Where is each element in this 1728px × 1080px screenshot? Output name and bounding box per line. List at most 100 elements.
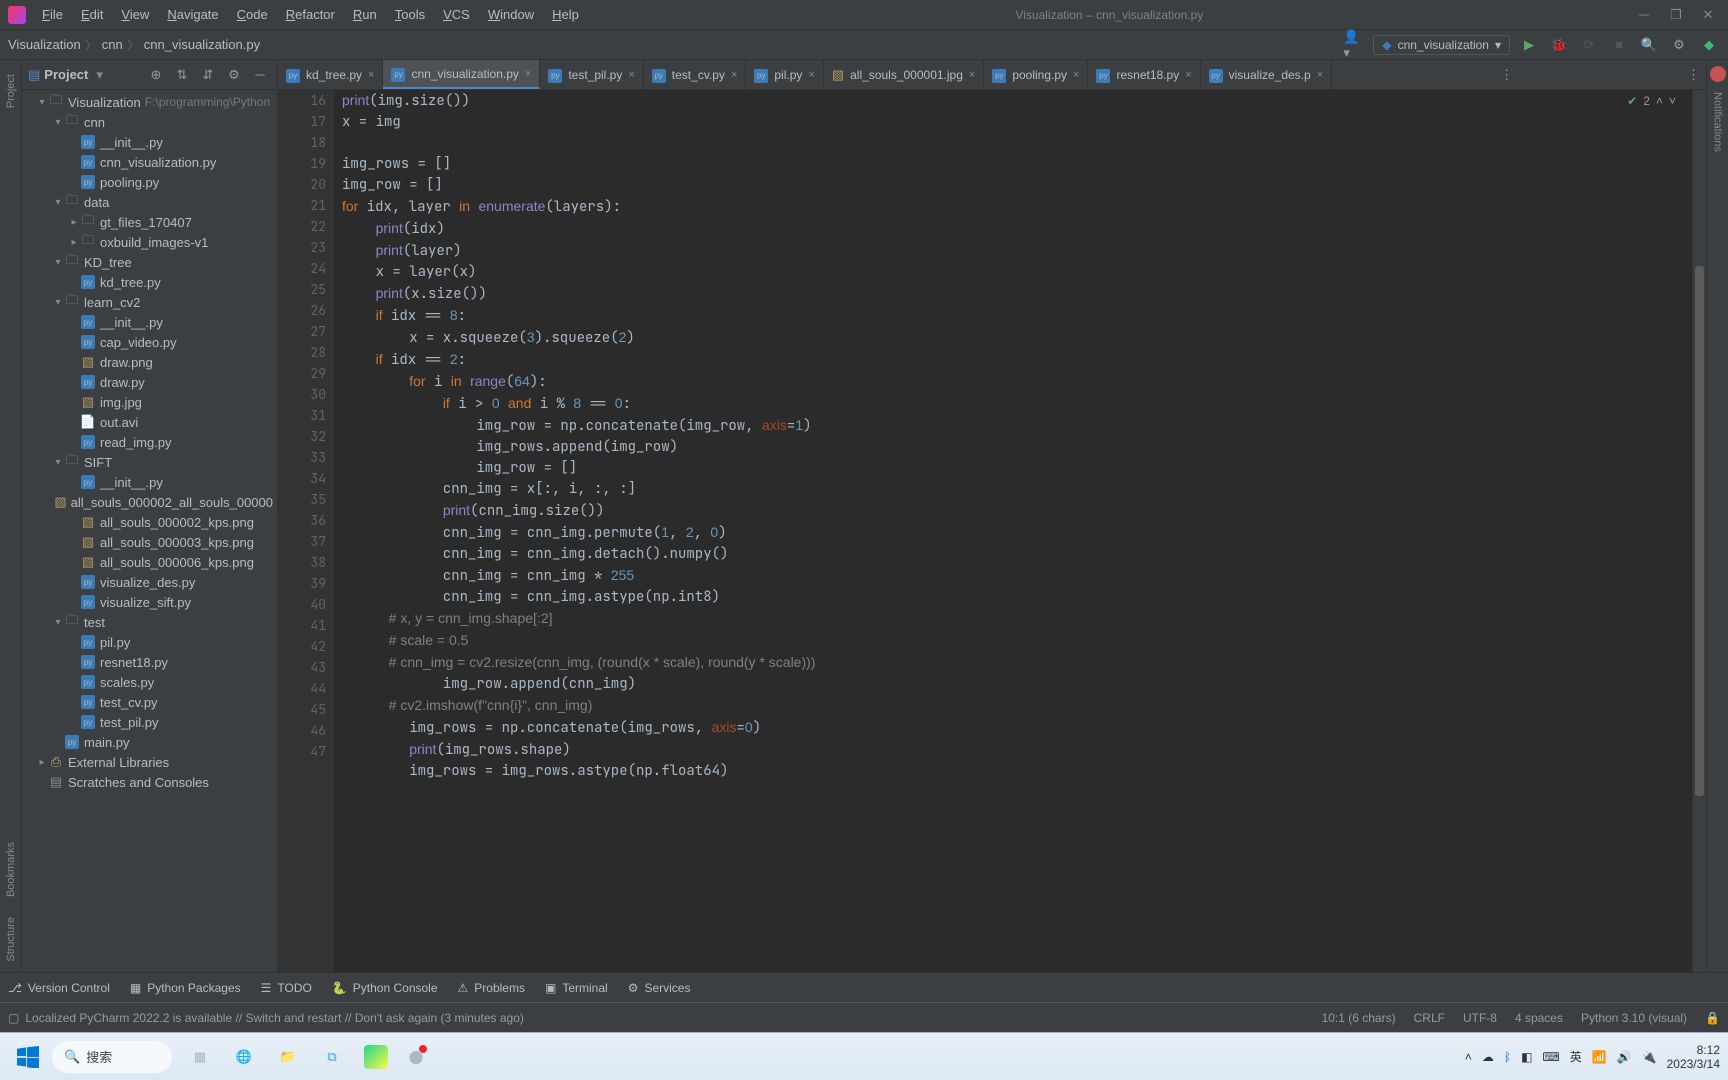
tree-row[interactable]: ▾🗀learn_cv2 bbox=[22, 292, 277, 312]
editor-body[interactable]: 1617181920212223242526272829303132333435… bbox=[278, 90, 1706, 972]
tree-row[interactable]: pyvisualize_sift.py bbox=[22, 592, 277, 612]
editor-tab[interactable]: pyvisualize_des.p× bbox=[1201, 60, 1333, 89]
pycharm-icon[interactable] bbox=[356, 1037, 396, 1077]
tab-close-icon[interactable]: × bbox=[731, 69, 737, 81]
tab-close-icon[interactable]: × bbox=[1317, 69, 1323, 81]
project-tree[interactable]: ▾🗀VisualizationF:\programming\Python▾🗀cn… bbox=[22, 90, 277, 972]
tree-row[interactable]: pypooling.py bbox=[22, 172, 277, 192]
menu-navigate[interactable]: Navigate bbox=[159, 3, 226, 26]
locate-icon[interactable]: ⊕ bbox=[145, 64, 167, 86]
menu-window[interactable]: Window bbox=[480, 3, 542, 26]
tree-row[interactable]: ▾🗀test bbox=[22, 612, 277, 632]
tree-row[interactable]: ▾🗀VisualizationF:\programming\Python bbox=[22, 92, 277, 112]
tree-expand-arrow[interactable]: ▸ bbox=[36, 757, 48, 768]
tree-row[interactable]: pytest_cv.py bbox=[22, 692, 277, 712]
add-user-icon[interactable]: 👤▾ bbox=[1343, 34, 1365, 56]
bottom-tool-python-console[interactable]: 🐍Python Console bbox=[332, 981, 438, 995]
taskbar-search[interactable]: 🔍 搜索 bbox=[52, 1041, 172, 1073]
tree-row[interactable]: ▤Scratches and Consoles bbox=[22, 772, 277, 792]
bottom-tool-services[interactable]: ⚙Services bbox=[628, 981, 691, 995]
app-tray-icon[interactable]: ◧ bbox=[1521, 1050, 1532, 1064]
bottom-tool-problems[interactable]: ⚠Problems bbox=[458, 981, 525, 995]
tree-row[interactable]: pydraw.py bbox=[22, 372, 277, 392]
menu-edit[interactable]: Edit bbox=[73, 3, 111, 26]
tree-expand-arrow[interactable]: ▸ bbox=[68, 217, 80, 228]
editor-tab[interactable]: pypil.py× bbox=[746, 60, 823, 89]
tree-row[interactable]: ▧all_souls_000003_kps.png bbox=[22, 532, 277, 552]
maximize-button[interactable]: ❐ bbox=[1664, 3, 1688, 27]
tree-row[interactable]: ▾🗀data bbox=[22, 192, 277, 212]
wifi-icon[interactable]: 📶 bbox=[1592, 1050, 1607, 1064]
tree-row[interactable]: pycnn_visualization.py bbox=[22, 152, 277, 172]
tree-row[interactable]: ▧draw.png bbox=[22, 352, 277, 372]
tree-row[interactable]: ▾🗀cnn bbox=[22, 112, 277, 132]
menu-help[interactable]: Help bbox=[544, 3, 587, 26]
line-separator[interactable]: CRLF bbox=[1414, 1011, 1445, 1025]
python-interpreter[interactable]: Python 3.10 (visual) bbox=[1581, 1011, 1687, 1025]
editor-tab[interactable]: pycnn_visualization.py× bbox=[383, 60, 540, 89]
breadcrumb-item[interactable]: cnn_visualization.py bbox=[144, 37, 260, 52]
editor-tab[interactable]: pypooling.py× bbox=[984, 60, 1088, 89]
obs-icon[interactable]: ⬤ bbox=[400, 1037, 440, 1077]
tab-close-icon[interactable]: × bbox=[628, 69, 634, 81]
tab-close-icon[interactable]: × bbox=[1185, 69, 1191, 81]
tree-expand-arrow[interactable]: ▸ bbox=[68, 237, 80, 248]
code-area[interactable]: print(img.size()) x = img img_rows = [] … bbox=[334, 90, 1692, 972]
task-view-icon[interactable]: ▦ bbox=[180, 1037, 220, 1077]
language-indicator[interactable]: ⌨ bbox=[1542, 1050, 1559, 1064]
editor-scrollbar[interactable] bbox=[1692, 90, 1706, 972]
bottom-tool-todo[interactable]: ☰TODO bbox=[261, 981, 312, 995]
breadcrumb-item[interactable]: Visualization bbox=[8, 37, 81, 52]
edge-icon[interactable]: 🌐 bbox=[224, 1037, 264, 1077]
bottom-tool-version-control[interactable]: ⎇Version Control bbox=[8, 981, 110, 995]
menu-vcs[interactable]: VCS bbox=[435, 3, 478, 26]
menu-run[interactable]: Run bbox=[345, 3, 385, 26]
tool-window-notifications[interactable]: Notifications bbox=[1712, 82, 1724, 162]
volume-icon[interactable]: 🔊 bbox=[1617, 1050, 1632, 1064]
status-message[interactable]: Localized PyCharm 2022.2 is available //… bbox=[25, 1011, 524, 1025]
tab-close-icon[interactable]: × bbox=[1073, 69, 1079, 81]
editor-tab[interactable]: pytest_pil.py× bbox=[540, 60, 643, 89]
tab-close-icon[interactable]: × bbox=[969, 69, 975, 81]
menu-code[interactable]: Code bbox=[229, 3, 276, 26]
chevron-up-icon[interactable]: ˄ bbox=[1656, 94, 1663, 108]
tree-row[interactable]: pykd_tree.py bbox=[22, 272, 277, 292]
bottom-tool-python-packages[interactable]: ▦Python Packages bbox=[130, 981, 241, 995]
tree-expand-arrow[interactable]: ▾ bbox=[52, 197, 64, 208]
tool-window-project[interactable]: Project bbox=[5, 64, 17, 118]
breadcrumb[interactable]: Visualization〉cnn〉cnn_visualization.py bbox=[8, 35, 260, 54]
run-button[interactable]: ▶ bbox=[1518, 34, 1540, 56]
tree-row[interactable]: pycap_video.py bbox=[22, 332, 277, 352]
menu-tools[interactable]: Tools bbox=[387, 3, 433, 26]
tree-row[interactable]: py__init__.py bbox=[22, 312, 277, 332]
settings-icon[interactable]: ⚙ bbox=[223, 64, 245, 86]
lock-icon[interactable]: 🔒 bbox=[1705, 1011, 1720, 1025]
tree-row[interactable]: ▧all_souls_000002_all_souls_00000 bbox=[22, 492, 277, 512]
vscode-icon[interactable]: ⧉ bbox=[312, 1037, 352, 1077]
tree-row[interactable]: ▸⎙External Libraries bbox=[22, 752, 277, 772]
tab-overflow-button[interactable]: ⋮ bbox=[1494, 67, 1519, 83]
tree-row[interactable]: ▾🗀SIFT bbox=[22, 452, 277, 472]
tree-expand-arrow[interactable]: ▾ bbox=[36, 97, 48, 108]
tree-row[interactable]: pytest_pil.py bbox=[22, 712, 277, 732]
tree-row[interactable]: pymain.py bbox=[22, 732, 277, 752]
tree-row[interactable]: pypil.py bbox=[22, 632, 277, 652]
editor-tab[interactable]: pytest_cv.py× bbox=[644, 60, 747, 89]
notification-indicator-icon[interactable] bbox=[1710, 66, 1726, 82]
tree-row[interactable]: ▧all_souls_000006_kps.png bbox=[22, 552, 277, 572]
search-everywhere-button[interactable]: 🔍 bbox=[1638, 34, 1660, 56]
tree-expand-arrow[interactable]: ▾ bbox=[52, 297, 64, 308]
tab-close-icon[interactable]: × bbox=[808, 69, 814, 81]
tree-row[interactable]: 📄out.avi bbox=[22, 412, 277, 432]
clock[interactable]: 8:12 2023/3/14 bbox=[1667, 1043, 1720, 1071]
explorer-icon[interactable]: 📁 bbox=[268, 1037, 308, 1077]
debug-button[interactable]: 🐞 bbox=[1548, 34, 1570, 56]
menu-view[interactable]: View bbox=[113, 3, 157, 26]
battery-icon[interactable]: 🔌 bbox=[1642, 1050, 1657, 1064]
start-button[interactable] bbox=[8, 1039, 48, 1075]
code-with-me-icon[interactable]: ◆ bbox=[1698, 34, 1720, 56]
tool-window-structure[interactable]: Structure bbox=[5, 907, 17, 972]
tab-close-icon[interactable]: × bbox=[368, 69, 374, 81]
inspection-widget[interactable]: ✔ 2 ˄ ˅ bbox=[1627, 94, 1676, 108]
expand-all-icon[interactable]: ⇅ bbox=[171, 64, 193, 86]
